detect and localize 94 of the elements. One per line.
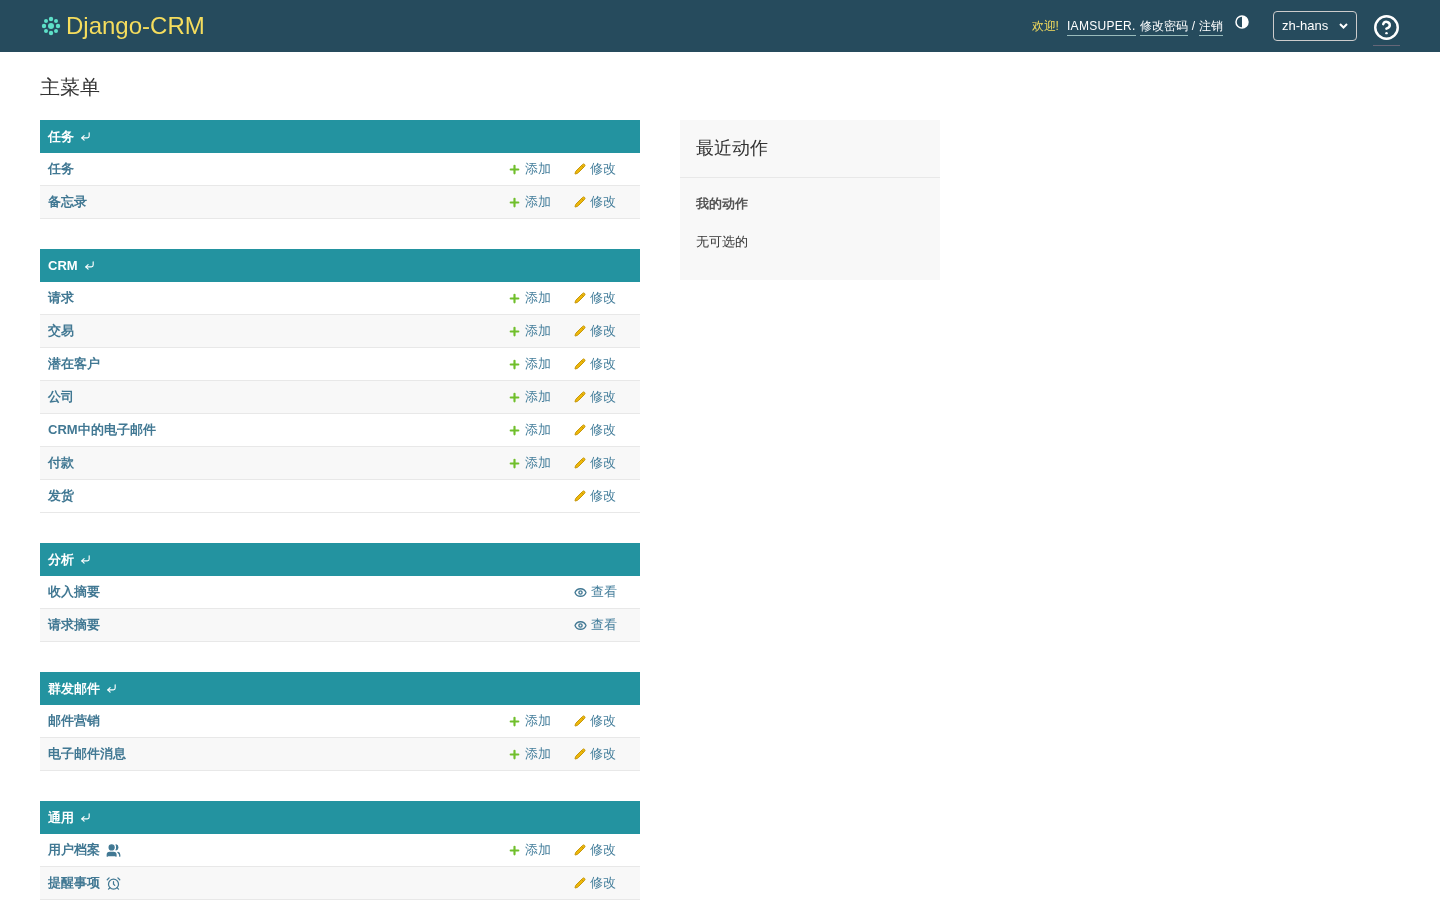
pencil-icon xyxy=(574,292,586,304)
model-link[interactable]: 发货 xyxy=(48,486,74,506)
section-header[interactable]: 分析 xyxy=(40,543,640,576)
add-link[interactable]: 添加 xyxy=(525,288,551,308)
model-link[interactable]: 收入摘要 xyxy=(48,582,100,602)
empty-text: 无可选的 xyxy=(696,232,749,251)
model-link[interactable]: 备忘录 xyxy=(48,192,87,212)
change-link[interactable]: 修改 xyxy=(590,453,616,473)
section-header[interactable]: 任务 xyxy=(40,120,640,153)
model-link[interactable]: 交易 xyxy=(48,321,74,341)
plus-icon xyxy=(508,162,521,176)
model-link[interactable]: 潜在客户 xyxy=(48,354,100,374)
change-link[interactable]: 修改 xyxy=(590,288,616,308)
return-icon xyxy=(83,260,95,271)
pencil-icon xyxy=(574,490,586,502)
model-link[interactable]: 任务 xyxy=(48,159,74,179)
panel-subtitle: 我的动作 xyxy=(696,195,749,213)
change-link[interactable]: 修改 xyxy=(590,486,616,506)
plus-icon xyxy=(508,390,521,404)
model-link[interactable]: CRM中的电子邮件 xyxy=(48,420,156,440)
pencil-icon xyxy=(574,358,586,370)
separator-text: / xyxy=(1191,18,1195,35)
change-password-link[interactable]: 修改密码 xyxy=(1139,16,1188,36)
pencil-icon xyxy=(574,457,586,469)
logo-icon xyxy=(40,15,62,37)
page-title: 主菜单 xyxy=(40,75,101,100)
model-link[interactable]: 付款 xyxy=(48,453,74,473)
theme-toggle-icon[interactable] xyxy=(1235,15,1249,29)
add-link[interactable]: 添加 xyxy=(525,840,551,860)
language-select[interactable]: zh-hans xyxy=(1273,11,1357,41)
model-link[interactable]: 公司 xyxy=(48,387,74,407)
pencil-icon xyxy=(574,877,586,889)
model-link[interactable]: 用户档案 xyxy=(48,840,100,860)
pencil-icon xyxy=(574,391,586,403)
change-link[interactable]: 修改 xyxy=(590,192,616,212)
section-header[interactable]: 通用 xyxy=(40,801,640,834)
user-link[interactable]: IAMSUPER. xyxy=(1066,16,1136,36)
model-link[interactable]: 电子邮件消息 xyxy=(48,744,126,764)
view-link[interactable]: 查看 xyxy=(591,615,617,635)
pencil-icon xyxy=(574,844,586,856)
brand-title[interactable]: Django-CRM xyxy=(66,8,205,44)
add-link[interactable]: 添加 xyxy=(525,453,551,473)
plus-icon xyxy=(508,195,521,209)
return-icon xyxy=(80,812,91,823)
section-header[interactable]: 群发邮件 xyxy=(40,672,640,705)
change-link[interactable]: 修改 xyxy=(590,387,616,407)
pencil-icon xyxy=(574,163,586,175)
model-link[interactable]: 提醒事项 xyxy=(48,873,100,893)
model-link[interactable]: 请求 xyxy=(48,288,74,308)
eye-icon xyxy=(574,585,587,599)
panel-title: 最近动作 xyxy=(696,137,768,160)
welcome-text: 欢迎! xyxy=(1031,18,1059,35)
view-link[interactable]: 查看 xyxy=(591,582,617,602)
pencil-icon xyxy=(574,325,586,337)
plus-icon xyxy=(508,714,521,728)
add-link[interactable]: 添加 xyxy=(525,159,551,179)
add-link[interactable]: 添加 xyxy=(525,321,551,341)
alarm-clock-icon xyxy=(106,875,121,891)
add-link[interactable]: 添加 xyxy=(525,420,551,440)
add-link[interactable]: 添加 xyxy=(525,744,551,764)
plus-icon xyxy=(508,843,521,857)
pencil-icon xyxy=(574,715,586,727)
pencil-icon xyxy=(574,196,586,208)
eye-icon xyxy=(574,618,587,632)
pencil-icon xyxy=(574,748,586,760)
add-link[interactable]: 添加 xyxy=(525,192,551,212)
change-link[interactable]: 修改 xyxy=(590,159,616,179)
add-link[interactable]: 添加 xyxy=(525,387,551,407)
caret-icon xyxy=(1339,23,1348,29)
plus-icon xyxy=(508,291,521,305)
plus-icon xyxy=(508,423,521,437)
model-link[interactable]: 邮件营销 xyxy=(48,711,100,731)
plus-icon xyxy=(508,324,521,338)
users-icon xyxy=(106,842,121,858)
change-link[interactable]: 修改 xyxy=(590,354,616,374)
help-icon[interactable] xyxy=(1373,14,1400,41)
section-header[interactable]: CRM xyxy=(40,249,640,282)
plus-icon xyxy=(508,456,521,470)
return-icon xyxy=(80,554,91,565)
change-link[interactable]: 修改 xyxy=(590,321,616,341)
plus-icon xyxy=(508,357,521,371)
pencil-icon xyxy=(574,424,586,436)
plus-icon xyxy=(508,747,521,761)
change-link[interactable]: 修改 xyxy=(590,744,616,764)
change-link[interactable]: 修改 xyxy=(590,711,616,731)
return-icon xyxy=(80,131,91,142)
change-link[interactable]: 修改 xyxy=(590,840,616,860)
return-icon xyxy=(106,683,117,694)
model-link[interactable]: 请求摘要 xyxy=(48,615,100,635)
change-link[interactable]: 修改 xyxy=(590,420,616,440)
add-link[interactable]: 添加 xyxy=(525,711,551,731)
change-link[interactable]: 修改 xyxy=(590,873,616,893)
add-link[interactable]: 添加 xyxy=(525,354,551,374)
logout-link[interactable]: 注销 xyxy=(1199,16,1223,36)
